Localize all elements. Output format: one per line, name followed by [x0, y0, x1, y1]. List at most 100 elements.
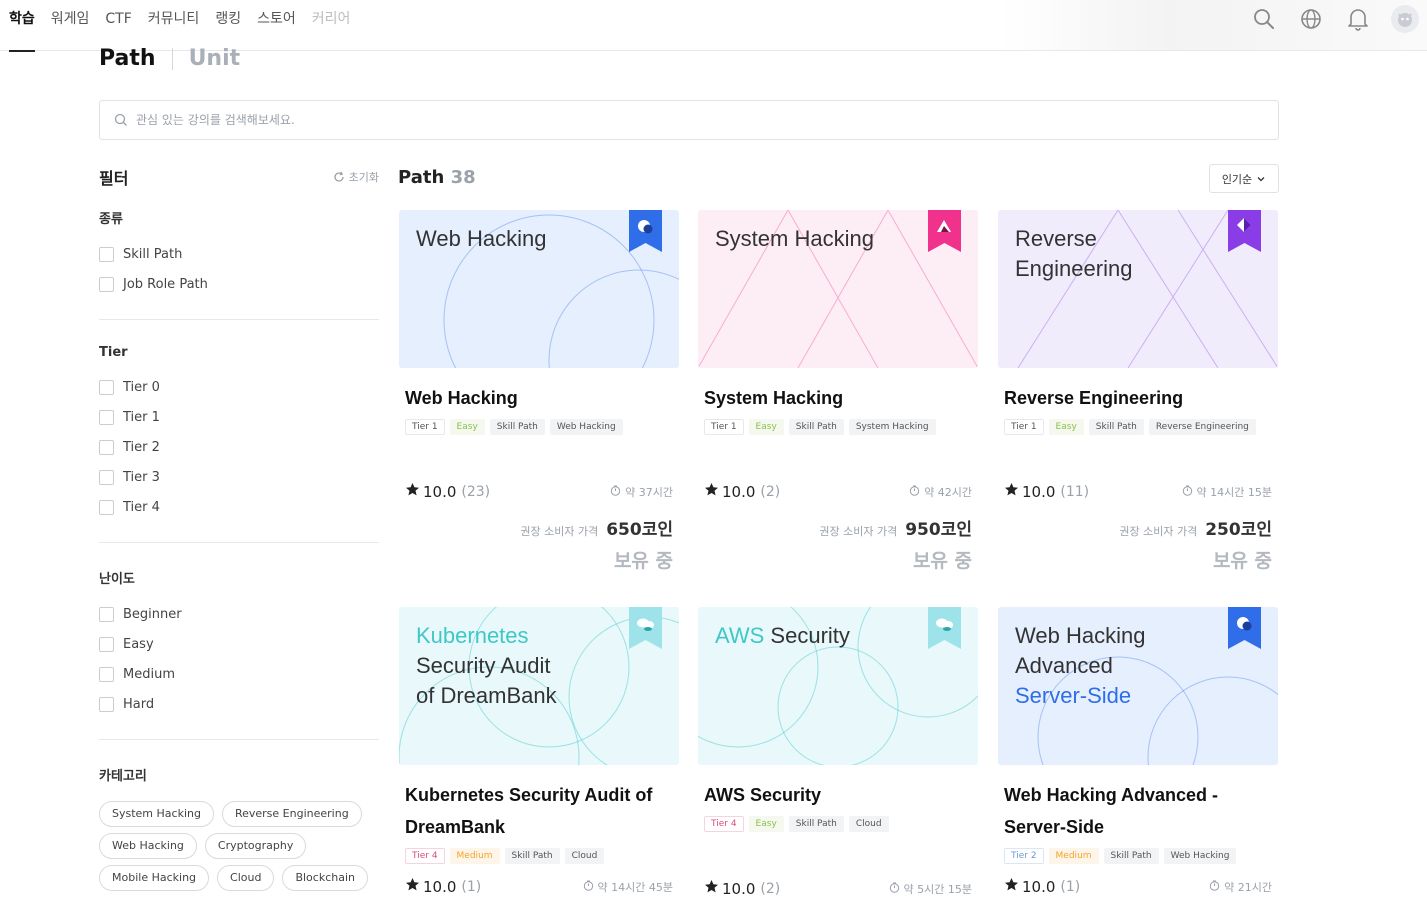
reset-button[interactable]: 초기화 [333, 169, 379, 185]
category-chip[interactable]: Mobile Hacking [99, 865, 210, 891]
filter-option[interactable]: Tier 2 [99, 432, 379, 462]
checkbox[interactable] [99, 409, 114, 425]
nav-tab-learn[interactable]: 학습 [9, 0, 35, 52]
path-card[interactable]: Web Hacking Advanced Server-Side Web Hacki… [998, 607, 1278, 896]
nav-tab-store[interactable]: 스토어 [257, 0, 296, 51]
bell-icon[interactable] [1344, 5, 1372, 33]
card-title[interactable]: Reverse Engineering [1004, 382, 1278, 414]
duration-value: 약 14시간 45분 [597, 880, 673, 894]
tag: Tier 1 [405, 419, 445, 435]
sort-dropdown[interactable]: 인기순 [1209, 164, 1279, 193]
filter-option-label: Medium [123, 666, 175, 682]
filter-group-kind-title: 종류 [99, 212, 123, 227]
card-title[interactable]: AWS Security [704, 779, 978, 811]
nav-tab-ctf[interactable]: CTF [105, 0, 131, 51]
category-badge-icon [928, 607, 961, 649]
filter-group-tier-title: Tier [99, 345, 128, 360]
card-title[interactable]: Kubernetes Security Audit of DreamBank [405, 779, 665, 843]
card-meta: 10.0 (11) 약 14시간 15분 [1004, 482, 1272, 501]
checkbox[interactable] [99, 666, 114, 682]
path-card[interactable]: Web Hacking Web Hacking Tier 1 Easy Skill … [399, 210, 679, 573]
rating-value: 10.0 [1022, 877, 1056, 896]
tag: Easy [748, 816, 784, 832]
category-chip[interactable]: Cloud [217, 865, 275, 891]
path-card[interactable]: Reverse Engineering Reverse Engineering T… [998, 210, 1278, 573]
timer-icon [583, 880, 598, 894]
card-thumbnail[interactable]: System Hacking [698, 210, 978, 368]
filter-option[interactable]: Tier 0 [99, 372, 379, 402]
tag: Tier 1 [704, 419, 744, 435]
card-thumbnail[interactable]: Web Hacking Advanced Server-Side [998, 607, 1278, 765]
card-thumbnail[interactable]: Web Hacking [399, 210, 679, 368]
price-value: 950코인 [905, 520, 972, 540]
thumbnail-title: Web Hacking Advanced Server-Side [1015, 621, 1145, 711]
search-icon[interactable] [1250, 5, 1278, 33]
duration-value: 약 21시간 [1224, 880, 1272, 894]
thumbnail-accent-text: AWS [715, 623, 765, 648]
card-thumbnail[interactable]: Reverse Engineering [998, 210, 1278, 368]
card-thumbnail[interactable]: Kubernetes Security Audit of DreamBank [399, 607, 679, 765]
filter-option[interactable]: Tier 4 [99, 492, 379, 522]
category-chip[interactable]: Blockchain [282, 865, 368, 891]
checkbox[interactable] [99, 499, 114, 515]
search-input[interactable] [136, 113, 1036, 127]
card-thumbnail[interactable]: AWS Security [698, 607, 978, 765]
tag: Skill Path [504, 848, 560, 864]
category-chip[interactable]: Reverse Engineering [221, 801, 362, 827]
checkbox[interactable] [99, 469, 114, 485]
checkbox[interactable] [99, 696, 114, 712]
filter-header: 필터 초기화 [99, 165, 379, 189]
path-card[interactable]: System Hacking System Hacking Tier 1 Easy… [698, 210, 978, 573]
globe-icon[interactable] [1297, 5, 1325, 33]
nav-tab-ranking[interactable]: 랭킹 [215, 0, 241, 51]
card-title[interactable]: System Hacking [704, 382, 978, 414]
filter-option[interactable]: Easy [99, 629, 379, 659]
review-count: (1) [461, 878, 482, 895]
duration-value: 약 42시간 [924, 485, 972, 499]
category-chip[interactable]: Cryptography [204, 833, 307, 859]
checkbox[interactable] [99, 379, 114, 395]
checkbox[interactable] [99, 246, 114, 262]
checkbox[interactable] [99, 276, 114, 292]
filter-option[interactable]: Tier 3 [99, 462, 379, 492]
duration: 약 14시간 15분 [1182, 484, 1272, 500]
tab-path[interactable]: Path [99, 46, 156, 71]
filter-option-label: Job Role Path [123, 276, 208, 292]
path-card[interactable]: Kubernetes Security Audit of DreamBank Kub… [399, 607, 679, 896]
category-chip[interactable]: System Hacking [99, 801, 214, 827]
checkbox[interactable] [99, 439, 114, 455]
checkbox[interactable] [99, 606, 114, 622]
filter-option[interactable]: Beginner [99, 599, 379, 629]
category-badge-icon [928, 210, 961, 252]
tag-list: Tier 4 Medium Skill Path Cloud [405, 848, 679, 864]
thumbnail-title: AWS Security [715, 621, 850, 651]
nav-tab-career[interactable]: 커리어 [312, 0, 351, 51]
divider [99, 319, 379, 320]
tag: Easy [748, 419, 784, 435]
filter-option-label: Skill Path [123, 246, 183, 262]
profile-button[interactable] [1391, 5, 1419, 33]
filter-option[interactable]: Job Role Path [99, 269, 379, 299]
filter-option[interactable]: Medium [99, 659, 379, 689]
card-title[interactable]: Web Hacking [405, 382, 679, 414]
thumbnail-accent-text: Kubernetes [416, 623, 529, 648]
thumbnail-title-line: Advanced [1015, 653, 1113, 678]
nav-tab-wargame[interactable]: 워게임 [51, 0, 90, 51]
category-chip[interactable]: Web Hacking [99, 833, 197, 859]
card-title[interactable]: Web Hacking Advanced - Server-Side [1004, 779, 1264, 843]
filter-option[interactable]: Skill Path [99, 239, 379, 269]
tag: Skill Path [489, 419, 545, 435]
nav-tab-community[interactable]: 커뮤니티 [148, 0, 200, 51]
rating-value: 10.0 [423, 877, 457, 896]
tab-unit[interactable]: Unit [189, 46, 241, 71]
checkbox[interactable] [99, 636, 114, 652]
filter-option[interactable]: Tier 1 [99, 402, 379, 432]
filter-option[interactable]: Hard [99, 689, 379, 719]
tag: Cloud [848, 816, 889, 832]
rating: 10.0 (1) [1004, 877, 1080, 896]
price-label: 권장 소비자 가격 [819, 525, 898, 538]
review-count: (23) [461, 483, 491, 500]
rating: 10.0 (2) [704, 482, 780, 501]
ownership-status: 보유 중 [1212, 550, 1272, 572]
path-card[interactable]: AWS Security AWS Security Tier 4 Easy Skil… [698, 607, 978, 897]
